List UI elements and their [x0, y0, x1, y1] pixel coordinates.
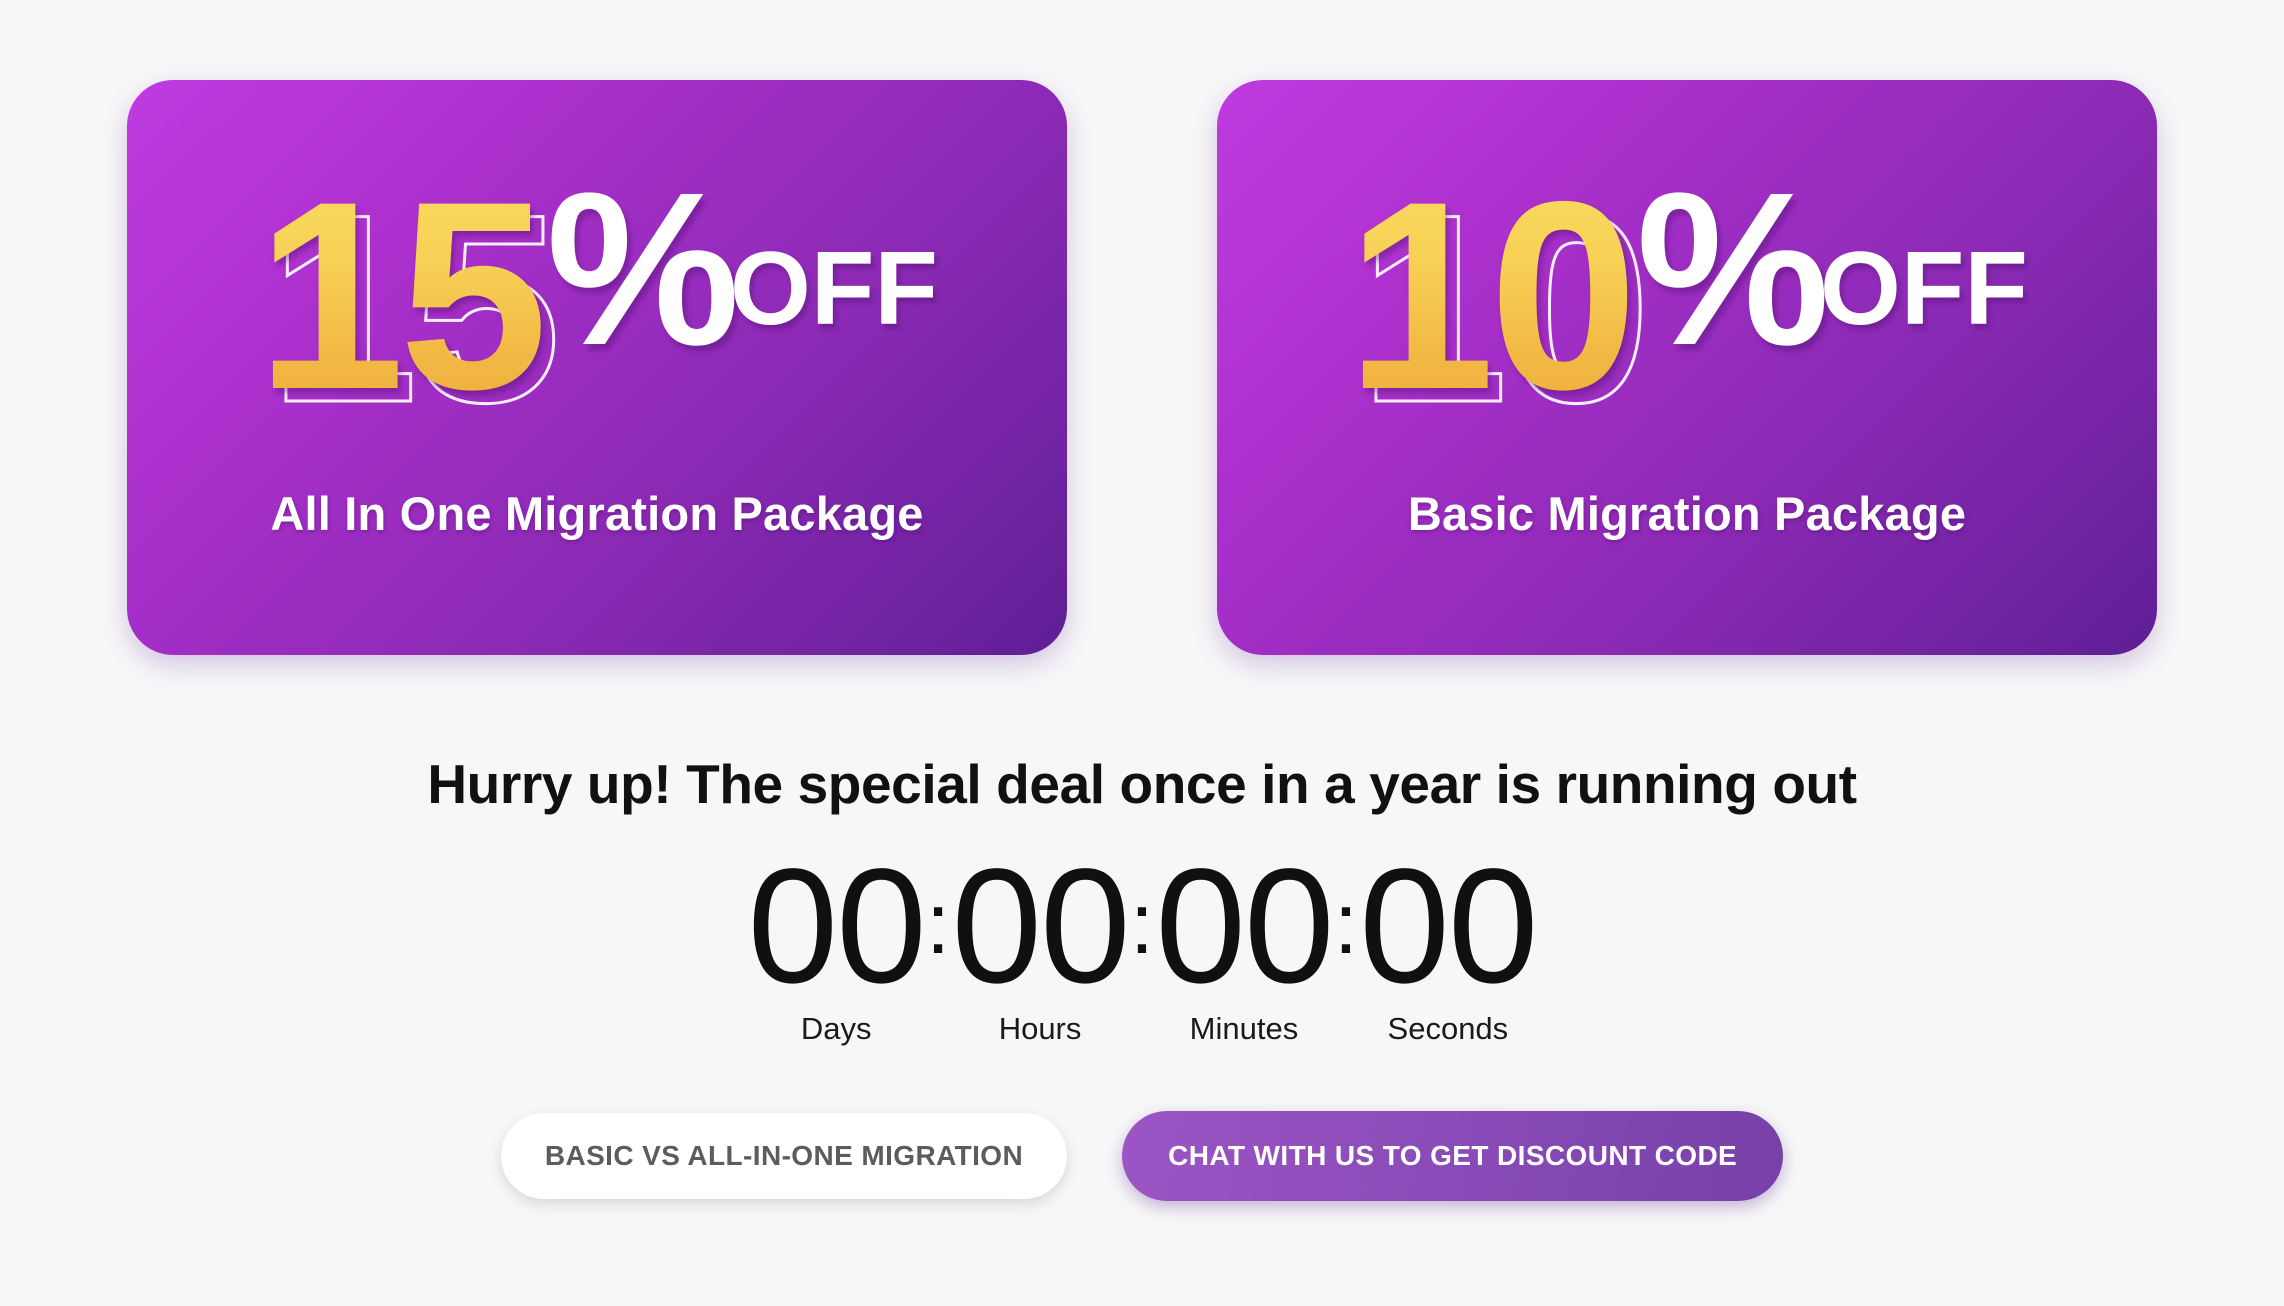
cta-button-row: BASIC VS ALL-IN-ONE MIGRATION CHAT WITH …	[500, 1111, 1784, 1202]
countdown-label-minutes: Minutes	[1189, 1011, 1299, 1047]
compare-migrations-button[interactable]: BASIC VS ALL-IN-ONE MIGRATION	[500, 1113, 1068, 1200]
countdown-label-hours: Hours	[998, 1011, 1082, 1047]
countdown-timer: 00 Days : 00 Hours : 00 Minutes : 00 Sec…	[722, 834, 1562, 1047]
percent-sign-2: %	[1636, 148, 1830, 391]
off-label-1: OFF	[730, 231, 938, 348]
countdown-unit-days: 00 Days	[722, 834, 950, 1047]
discount-number-wrap-2: 10 10	[1346, 161, 1653, 443]
chat-discount-code-button[interactable]: CHAT WITH US TO GET DISCOUNT CODE	[1122, 1111, 1784, 1202]
percent-sign-1: %	[546, 148, 740, 391]
countdown-value-seconds: 00	[1359, 834, 1538, 1017]
promo-page: 15 15 % OFF All In One Migration Package…	[0, 0, 2284, 1306]
countdown-value-minutes: 00	[1155, 834, 1334, 1017]
discount-number-wrap-1: 15 15	[256, 161, 563, 443]
discount-headline-1: 15 15 % OFF	[256, 148, 938, 443]
countdown-value-hours: 00	[951, 834, 1130, 1017]
percent-off-block-2: % OFF	[1636, 148, 2028, 391]
countdown-unit-hours: 00 Hours	[926, 834, 1154, 1047]
off-label-2: OFF	[1820, 231, 2028, 348]
package-name-1: All In One Migration Package	[270, 487, 924, 540]
countdown-unit-minutes: 00 Minutes	[1130, 834, 1358, 1047]
offer-card-basic[interactable]: 10 10 % OFF Basic Migration Package	[1217, 80, 2157, 655]
discount-number-2: 10	[1346, 145, 1638, 445]
countdown-value-days: 00	[747, 834, 926, 1017]
countdown-label-seconds: Seconds	[1387, 1011, 1509, 1047]
package-name-2: Basic Migration Package	[1407, 487, 1967, 540]
discount-headline-2: 10 10 % OFF	[1346, 148, 2028, 443]
countdown-unit-seconds: 00 Seconds	[1334, 834, 1562, 1047]
offer-cards-row: 15 15 % OFF All In One Migration Package…	[127, 80, 2157, 655]
promo-headline: Hurry up! The special deal once in a yea…	[427, 753, 1857, 815]
countdown-label-days: Days	[800, 1011, 872, 1047]
offer-card-all-in-one[interactable]: 15 15 % OFF All In One Migration Package	[127, 80, 1067, 655]
discount-number-1: 15	[256, 145, 548, 445]
percent-off-block-1: % OFF	[546, 148, 938, 391]
